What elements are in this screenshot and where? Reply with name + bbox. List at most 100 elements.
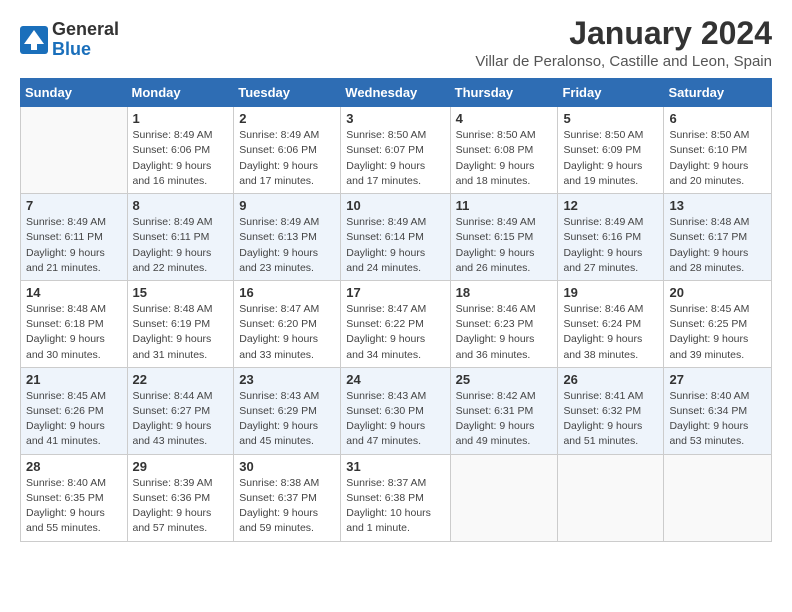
logo: General Blue	[20, 20, 119, 60]
day-info: Sunrise: 8:48 AMSunset: 6:18 PMDaylight:…	[26, 302, 122, 363]
day-number: 23	[239, 372, 335, 387]
day-number: 1	[133, 111, 229, 126]
logo-general: General	[52, 20, 119, 40]
calendar-row: 28Sunrise: 8:40 AMSunset: 6:35 PMDayligh…	[21, 454, 772, 541]
table-cell: 8Sunrise: 8:49 AMSunset: 6:11 PMDaylight…	[127, 194, 234, 281]
table-cell: 5 Sunrise: 8:50 AMSunset: 6:09 PMDaylight…	[558, 107, 664, 194]
day-info: Sunrise: 8:49 AMSunset: 6:14 PMDaylight:…	[346, 215, 444, 276]
day-info: Sunrise: 8:44 AMSunset: 6:27 PMDaylight:…	[133, 389, 229, 450]
calendar-row: 1 Sunrise: 8:49 AMSunset: 6:06 PMDaylight…	[21, 107, 772, 194]
day-number: 31	[346, 459, 444, 474]
day-info: Sunrise: 8:37 AMSunset: 6:38 PMDaylight:…	[346, 476, 444, 537]
day-info: Sunrise: 8:48 AMSunset: 6:17 PMDaylight:…	[669, 215, 766, 276]
logo-icon	[20, 26, 48, 54]
day-info: Sunrise: 8:43 AMSunset: 6:29 PMDaylight:…	[239, 389, 335, 450]
weekday-header-row: Sunday Monday Tuesday Wednesday Thursday…	[21, 79, 772, 107]
header-monday: Monday	[127, 79, 234, 107]
month-title: January 2024	[475, 16, 772, 51]
day-number: 11	[456, 198, 553, 213]
logo-text: General Blue	[52, 20, 119, 60]
table-cell: 3Sunrise: 8:50 AMSunset: 6:07 PMDaylight…	[341, 107, 450, 194]
table-cell: 4Sunrise: 8:50 AMSunset: 6:08 PMDaylight…	[450, 107, 558, 194]
table-cell: 26Sunrise: 8:41 AMSunset: 6:32 PMDayligh…	[558, 367, 664, 454]
day-info: Sunrise: 8:47 AMSunset: 6:20 PMDaylight:…	[239, 302, 335, 363]
table-cell: 29 Sunrise: 8:39 AMSunset: 6:36 PMDayligh…	[127, 454, 234, 541]
day-number: 8	[133, 198, 229, 213]
day-info: Sunrise: 8:49 AMSunset: 6:06 PMDaylight:…	[239, 128, 335, 189]
day-info: Sunrise: 8:40 AMSunset: 6:35 PMDaylight:…	[26, 476, 122, 537]
day-number: 27	[669, 372, 766, 387]
calendar-row: 7 Sunrise: 8:49 AMSunset: 6:11 PMDaylight…	[21, 194, 772, 281]
table-cell	[558, 454, 664, 541]
table-cell: 24 Sunrise: 8:43 AMSunset: 6:30 PMDayligh…	[341, 367, 450, 454]
day-number: 5	[563, 111, 658, 126]
day-number: 15	[133, 285, 229, 300]
header-friday: Friday	[558, 79, 664, 107]
header-tuesday: Tuesday	[234, 79, 341, 107]
header-saturday: Saturday	[664, 79, 772, 107]
day-number: 6	[669, 111, 766, 126]
day-info: Sunrise: 8:41 AMSunset: 6:32 PMDaylight:…	[563, 389, 658, 450]
table-cell: 1 Sunrise: 8:49 AMSunset: 6:06 PMDaylight…	[127, 107, 234, 194]
table-cell: 11 Sunrise: 8:49 AMSunset: 6:15 PMDayligh…	[450, 194, 558, 281]
day-info: Sunrise: 8:43 AMSunset: 6:30 PMDaylight:…	[346, 389, 444, 450]
table-cell: 21 Sunrise: 8:45 AMSunset: 6:26 PMDayligh…	[21, 367, 128, 454]
day-info: Sunrise: 8:42 AMSunset: 6:31 PMDaylight:…	[456, 389, 553, 450]
table-cell	[664, 454, 772, 541]
day-number: 16	[239, 285, 335, 300]
page-header: General Blue January 2024 Villar de Pera…	[20, 16, 772, 70]
calendar-table: Sunday Monday Tuesday Wednesday Thursday…	[20, 78, 772, 541]
logo-blue: Blue	[52, 40, 119, 60]
day-number: 12	[563, 198, 658, 213]
day-number: 13	[669, 198, 766, 213]
table-cell: 25 Sunrise: 8:42 AMSunset: 6:31 PMDayligh…	[450, 367, 558, 454]
table-cell: 22 Sunrise: 8:44 AMSunset: 6:27 PMDayligh…	[127, 367, 234, 454]
table-cell: 13 Sunrise: 8:48 AMSunset: 6:17 PMDayligh…	[664, 194, 772, 281]
day-info: Sunrise: 8:47 AMSunset: 6:22 PMDaylight:…	[346, 302, 444, 363]
day-number: 19	[563, 285, 658, 300]
calendar-row: 21 Sunrise: 8:45 AMSunset: 6:26 PMDayligh…	[21, 367, 772, 454]
day-info: Sunrise: 8:49 AMSunset: 6:16 PMDaylight:…	[563, 215, 658, 276]
table-cell: 18 Sunrise: 8:46 AMSunset: 6:23 PMDayligh…	[450, 280, 558, 367]
day-info: Sunrise: 8:50 AMSunset: 6:10 PMDaylight:…	[669, 128, 766, 189]
header-wednesday: Wednesday	[341, 79, 450, 107]
day-number: 18	[456, 285, 553, 300]
day-info: Sunrise: 8:49 AMSunset: 6:15 PMDaylight:…	[456, 215, 553, 276]
day-number: 20	[669, 285, 766, 300]
table-cell: 12 Sunrise: 8:49 AMSunset: 6:16 PMDayligh…	[558, 194, 664, 281]
location-title: Villar de Peralonso, Castille and Leon, …	[475, 53, 772, 70]
day-info: Sunrise: 8:48 AMSunset: 6:19 PMDaylight:…	[133, 302, 229, 363]
table-cell: 6 Sunrise: 8:50 AMSunset: 6:10 PMDaylight…	[664, 107, 772, 194]
day-info: Sunrise: 8:39 AMSunset: 6:36 PMDaylight:…	[133, 476, 229, 537]
day-number: 10	[346, 198, 444, 213]
table-cell: 20Sunrise: 8:45 AMSunset: 6:25 PMDayligh…	[664, 280, 772, 367]
table-cell: 19Sunrise: 8:46 AMSunset: 6:24 PMDayligh…	[558, 280, 664, 367]
day-info: Sunrise: 8:46 AMSunset: 6:23 PMDaylight:…	[456, 302, 553, 363]
day-number: 25	[456, 372, 553, 387]
table-cell: 28Sunrise: 8:40 AMSunset: 6:35 PMDayligh…	[21, 454, 128, 541]
table-cell: 31 Sunrise: 8:37 AMSunset: 6:38 PMDayligh…	[341, 454, 450, 541]
day-info: Sunrise: 8:50 AMSunset: 6:09 PMDaylight:…	[563, 128, 658, 189]
table-cell: 16 Sunrise: 8:47 AMSunset: 6:20 PMDayligh…	[234, 280, 341, 367]
day-info: Sunrise: 8:50 AMSunset: 6:08 PMDaylight:…	[456, 128, 553, 189]
header-thursday: Thursday	[450, 79, 558, 107]
day-info: Sunrise: 8:45 AMSunset: 6:26 PMDaylight:…	[26, 389, 122, 450]
day-number: 24	[346, 372, 444, 387]
day-info: Sunrise: 8:38 AMSunset: 6:37 PMDaylight:…	[239, 476, 335, 537]
day-number: 30	[239, 459, 335, 474]
day-number: 22	[133, 372, 229, 387]
day-number: 29	[133, 459, 229, 474]
day-number: 21	[26, 372, 122, 387]
table-cell: 27Sunrise: 8:40 AMSunset: 6:34 PMDayligh…	[664, 367, 772, 454]
header-sunday: Sunday	[21, 79, 128, 107]
table-cell: 7 Sunrise: 8:49 AMSunset: 6:11 PMDaylight…	[21, 194, 128, 281]
table-cell: 10 Sunrise: 8:49 AMSunset: 6:14 PMDayligh…	[341, 194, 450, 281]
day-number: 7	[26, 198, 122, 213]
day-number: 2	[239, 111, 335, 126]
title-section: January 2024 Villar de Peralonso, Castil…	[475, 16, 772, 70]
table-cell: 30 Sunrise: 8:38 AMSunset: 6:37 PMDayligh…	[234, 454, 341, 541]
day-info: Sunrise: 8:50 AMSunset: 6:07 PMDaylight:…	[346, 128, 444, 189]
day-info: Sunrise: 8:49 AMSunset: 6:06 PMDaylight:…	[133, 128, 229, 189]
day-info: Sunrise: 8:49 AMSunset: 6:11 PMDaylight:…	[26, 215, 122, 276]
table-cell: 14Sunrise: 8:48 AMSunset: 6:18 PMDayligh…	[21, 280, 128, 367]
